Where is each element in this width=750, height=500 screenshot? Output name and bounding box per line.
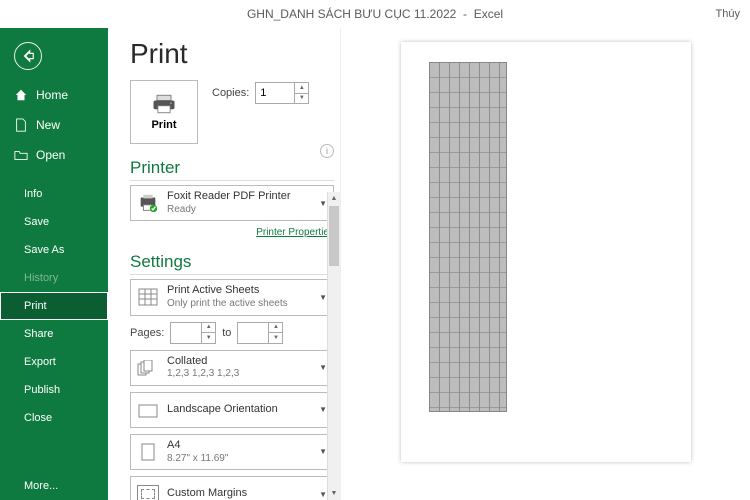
pages-to-input[interactable] xyxy=(238,323,268,343)
nav-export[interactable]: Export xyxy=(0,348,108,376)
nav-label: Save xyxy=(24,216,49,228)
preview-page xyxy=(401,42,691,462)
collation-select[interactable]: Collated1,2,3 1,2,3 1,2,3 ▼ xyxy=(130,350,334,386)
nav-label: New xyxy=(36,118,60,132)
back-arrow-icon xyxy=(21,49,35,63)
new-icon xyxy=(14,118,28,132)
nav-label: Save As xyxy=(24,244,64,256)
orientation-select[interactable]: Landscape Orientation ▼ xyxy=(130,392,334,428)
copies-input[interactable] xyxy=(256,83,294,103)
printer-status: Ready xyxy=(167,204,311,217)
nav-label: Share xyxy=(24,328,53,340)
copies-label: Copies: xyxy=(212,87,249,99)
paper-size-select[interactable]: A48.27" x 11.69" ▼ xyxy=(130,434,334,470)
nav-label: Publish xyxy=(24,384,60,396)
chevron-down-icon: ▼ xyxy=(319,447,327,456)
pages-from-input[interactable] xyxy=(171,323,201,343)
pages-from-spinner[interactable]: ▲▼ xyxy=(170,322,216,344)
nav-new[interactable]: New xyxy=(0,110,108,140)
margins-select[interactable]: Custom Margins ▼ xyxy=(130,476,334,500)
print-settings-pane: Print Print Copies: ▲▼ xyxy=(108,28,340,500)
printer-name: Foxit Reader PDF Printer xyxy=(167,190,311,204)
document-title: GHN_DANH SÁCH BƯU CỤC 11.2022 - Excel xyxy=(247,7,503,21)
nav-share[interactable]: Share xyxy=(0,320,108,348)
nav-label: Open xyxy=(36,148,65,162)
print-what-select[interactable]: Print Active SheetsOnly print the active… xyxy=(130,279,334,315)
sheets-icon xyxy=(137,286,159,308)
landscape-icon xyxy=(137,399,159,421)
nav-save-as[interactable]: Save As xyxy=(0,236,108,264)
scroll-up[interactable]: ▲ xyxy=(328,192,340,205)
printer-select[interactable]: Foxit Reader PDF Printer Ready ▼ xyxy=(130,185,334,221)
printer-status-icon xyxy=(137,192,159,214)
nav-label: Close xyxy=(24,412,52,424)
nav-label: Home xyxy=(36,88,68,102)
title-bar: GHN_DANH SÁCH BƯU CỤC 11.2022 - Excel Th… xyxy=(0,0,750,28)
nav-save[interactable]: Save xyxy=(0,208,108,236)
settings-scrollbar[interactable]: ▲ ▼ xyxy=(327,192,340,500)
print-button[interactable]: Print xyxy=(130,80,198,144)
page-icon xyxy=(137,441,159,463)
nav-label: Export xyxy=(24,356,56,368)
spinner-down[interactable]: ▼ xyxy=(295,94,308,104)
chevron-down-icon: ▼ xyxy=(319,363,327,372)
printer-properties-link[interactable]: Printer Properties xyxy=(130,227,334,238)
nav-history: History xyxy=(0,264,108,292)
scroll-thumb[interactable] xyxy=(329,206,339,266)
nav-info[interactable]: Info xyxy=(0,180,108,208)
nav-label: More... xyxy=(24,480,58,492)
nav-print[interactable]: Print xyxy=(0,292,108,320)
nav-home[interactable]: Home xyxy=(0,80,108,110)
spinner-up[interactable]: ▲ xyxy=(295,83,308,94)
print-button-label: Print xyxy=(151,119,176,131)
chevron-down-icon: ▼ xyxy=(319,405,327,414)
printer-heading: Printer i xyxy=(130,158,334,181)
backstage-sidebar: Home New Open Info Save Save As History … xyxy=(0,28,108,500)
nav-label: Info xyxy=(24,188,42,200)
preview-content xyxy=(429,62,507,412)
pages-label: Pages: xyxy=(130,327,164,339)
copies-spinner[interactable]: ▲▼ xyxy=(255,82,309,104)
page-title: Print xyxy=(130,38,334,70)
margins-icon xyxy=(137,483,159,500)
nav-open[interactable]: Open xyxy=(0,140,108,170)
nav-publish[interactable]: Publish xyxy=(0,376,108,404)
pages-to-spinner[interactable]: ▲▼ xyxy=(237,322,283,344)
nav-close[interactable]: Close xyxy=(0,404,108,432)
chevron-down-icon: ▼ xyxy=(319,199,327,208)
printer-icon xyxy=(150,93,178,115)
home-icon xyxy=(14,88,28,102)
folder-open-icon xyxy=(14,148,28,162)
nav-more[interactable]: More... xyxy=(0,472,108,500)
print-preview xyxy=(340,28,750,500)
scroll-down[interactable]: ▼ xyxy=(328,487,340,500)
nav-label: Print xyxy=(24,300,47,312)
collated-icon xyxy=(137,357,159,379)
info-icon[interactable]: i xyxy=(320,144,334,158)
pages-to-label: to xyxy=(222,327,231,339)
nav-label: History xyxy=(24,272,58,284)
settings-heading: Settings xyxy=(130,252,334,275)
user-name[interactable]: Thúy xyxy=(716,8,740,20)
back-button[interactable] xyxy=(14,42,42,70)
chevron-down-icon: ▼ xyxy=(319,490,327,499)
chevron-down-icon: ▼ xyxy=(319,293,327,302)
